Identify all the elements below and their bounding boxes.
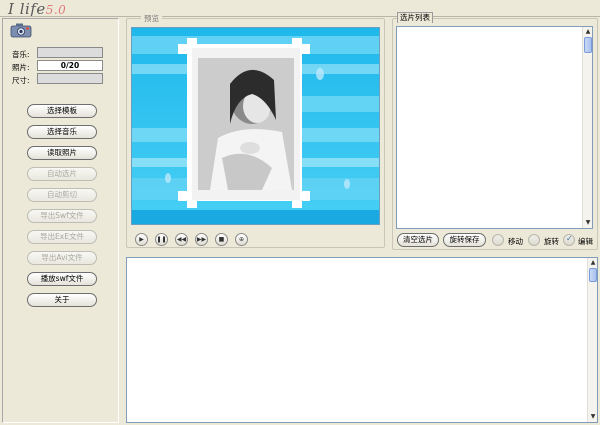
play-swf-button[interactable]: 播放swf文件 <box>27 272 97 286</box>
edit-radio[interactable] <box>563 234 575 246</box>
preview-legend: 预览 <box>141 13 162 24</box>
photo-count-field: 0/20 <box>37 60 103 71</box>
scroll-thumb[interactable] <box>584 37 592 53</box>
title-divider <box>0 16 600 17</box>
music-label: 音乐: <box>12 50 30 59</box>
music-field <box>37 47 103 58</box>
size-label: 尺寸: <box>12 76 30 85</box>
bottom-panel[interactable]: ▲ ▼ <box>126 257 598 423</box>
export-exe-button[interactable]: 导出ExE文件 <box>27 230 97 244</box>
play-icon[interactable]: ▶ <box>135 233 148 246</box>
choose-template-button[interactable]: 选择模板 <box>27 104 97 118</box>
about-button[interactable]: 关于 <box>27 293 97 307</box>
photo-count-label: 照片: <box>12 63 30 72</box>
edit-radio-label: 编辑 <box>578 237 593 246</box>
scroll-up-icon[interactable]: ▲ <box>589 259 597 267</box>
move-radio[interactable] <box>492 234 504 246</box>
bottom-panel-scrollbar[interactable]: ▲ ▼ <box>587 258 597 422</box>
read-photos-button[interactable]: 读取照片 <box>27 146 97 160</box>
rotate-radio[interactable] <box>528 234 540 246</box>
scroll-up-icon[interactable]: ▲ <box>584 28 592 36</box>
scroll-down-icon[interactable]: ▼ <box>589 413 597 421</box>
move-radio-label: 移动 <box>508 237 523 246</box>
auto-select-button[interactable]: 自动选片 <box>27 167 97 181</box>
rotate-radio-label: 旋转 <box>544 237 559 246</box>
preview-image <box>132 28 379 224</box>
auto-crop-button[interactable]: 自动剪切 <box>27 188 97 202</box>
pause-icon[interactable]: ❚❚ <box>155 233 168 246</box>
scroll-thumb[interactable] <box>589 268 597 282</box>
export-swf-button[interactable]: 导出Swf文件 <box>27 209 97 223</box>
clear-selection-button[interactable]: 清空选片 <box>397 233 439 247</box>
choose-music-button[interactable]: 选择音乐 <box>27 125 97 139</box>
rewind-icon[interactable]: ◀◀ <box>175 233 188 246</box>
app-logo-version: 5.0 <box>45 3 67 17</box>
forward-icon[interactable]: ▶▶ <box>195 233 208 246</box>
photo-list[interactable]: ▲ ▼ <box>396 26 593 229</box>
stop-icon[interactable]: ■ <box>215 233 228 246</box>
zoom-icon[interactable]: ⊕ <box>235 233 248 246</box>
scroll-down-icon[interactable]: ▼ <box>584 219 592 227</box>
size-field <box>37 73 103 84</box>
preview-canvas[interactable] <box>131 27 380 225</box>
photo-list-scrollbar[interactable]: ▲ ▼ <box>582 27 592 228</box>
rotate-save-button[interactable]: 旋转保存 <box>443 233 486 247</box>
camera-icon <box>10 23 32 38</box>
export-avi-button[interactable]: 导出Avi文件 <box>27 251 97 265</box>
photo-list-legend: 选片列表 <box>397 12 433 23</box>
